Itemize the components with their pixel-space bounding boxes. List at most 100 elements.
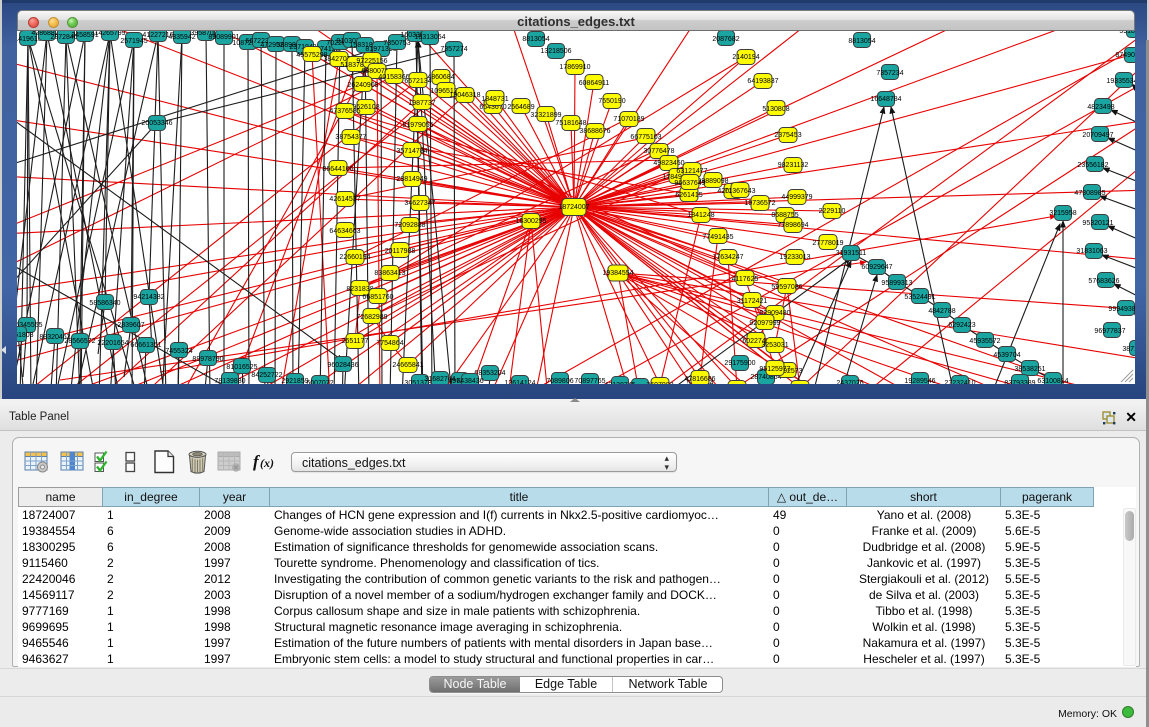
svg-text:84252722: 84252722: [251, 372, 282, 379]
svg-text:47376585: 47376585: [329, 108, 360, 115]
svg-text:96977837: 96977837: [1094, 328, 1125, 335]
svg-text:38688676: 38688676: [579, 128, 610, 135]
svg-text:6292423: 6292423: [948, 322, 975, 329]
svg-text:18313054: 18313054: [414, 34, 445, 41]
svg-text:6438436: 6438436: [456, 378, 483, 384]
svg-text:88461803: 88461803: [17, 332, 34, 339]
svg-text:2087682: 2087682: [712, 36, 739, 43]
svg-text:3215958: 3215958: [1049, 210, 1076, 217]
svg-text:71367643: 71367643: [724, 188, 755, 195]
svg-text:64193837: 64193837: [747, 78, 778, 85]
svg-text:4823498: 4823498: [1087, 104, 1114, 111]
svg-text:63121477: 63121477: [676, 168, 707, 175]
svg-text:6007072: 6007072: [306, 380, 333, 384]
svg-text:22660194: 22660194: [339, 254, 370, 261]
svg-text:96028436: 96028436: [327, 362, 358, 369]
svg-text:8813054: 8813054: [522, 36, 549, 43]
svg-text:17634247: 17634247: [712, 254, 743, 261]
svg-text:59597086: 59597086: [771, 284, 802, 291]
svg-text:12614124: 12614124: [504, 380, 535, 384]
svg-text:31172421: 31172421: [737, 298, 768, 305]
svg-text:70897765: 70897765: [574, 378, 605, 384]
svg-text:26240908: 26240908: [347, 82, 378, 89]
svg-text:83863413: 83863413: [374, 270, 405, 277]
svg-text:17869910: 17869910: [559, 64, 590, 71]
svg-text:83793389: 83793389: [1004, 380, 1035, 384]
svg-text:13218506: 13218506: [540, 48, 571, 55]
svg-text:95320121: 95320121: [1082, 220, 1113, 227]
svg-text:27232410: 27232410: [944, 380, 975, 384]
svg-text:19289546: 19289546: [904, 378, 935, 384]
svg-text:72092888: 72092888: [394, 222, 425, 229]
svg-text:42614537: 42614537: [329, 196, 360, 203]
svg-text:63100814: 63100814: [1037, 378, 1068, 384]
svg-text:77491435: 77491435: [702, 234, 733, 241]
svg-text:86644106: 86644106: [322, 166, 353, 173]
svg-text:19335534: 19335534: [1106, 78, 1135, 85]
svg-text:66775103: 66775103: [630, 134, 661, 141]
svg-text:31682744: 31682744: [424, 376, 455, 383]
svg-text:4860684: 4860684: [427, 74, 454, 81]
svg-text:71070189: 71070189: [613, 116, 644, 123]
svg-text:20709497: 20709497: [1082, 132, 1113, 139]
svg-text:3253031: 3253031: [761, 342, 788, 349]
svg-text:7357234: 7357234: [876, 70, 903, 77]
svg-text:31931511: 31931511: [836, 250, 867, 257]
svg-text:2229110: 2229110: [819, 208, 846, 215]
svg-text:47308985: 47308985: [1074, 190, 1105, 197]
svg-text:94214382: 94214382: [133, 294, 164, 301]
svg-text:53524491: 53524491: [904, 294, 935, 301]
svg-text:35714784: 35714784: [396, 148, 427, 155]
svg-text:1841248: 1841248: [687, 212, 714, 219]
svg-text:19384554: 19384554: [602, 270, 633, 277]
svg-text:66851760: 66851760: [362, 294, 393, 301]
svg-text:2375453: 2375453: [774, 132, 801, 139]
svg-text:47816686: 47816686: [684, 376, 715, 383]
svg-text:78139880: 78139880: [214, 378, 245, 384]
svg-text:23556182: 23556182: [1077, 162, 1108, 169]
svg-text:66661351: 66661351: [130, 342, 161, 349]
svg-text:5130808: 5130808: [762, 106, 789, 113]
svg-text:49823450: 49823450: [653, 160, 684, 167]
svg-text:3871230: 3871230: [1122, 346, 1135, 353]
svg-text:19046318: 19046318: [449, 92, 480, 99]
svg-text:2571945: 2571945: [120, 38, 147, 45]
svg-text:7550190: 7550190: [598, 98, 625, 105]
svg-text:4117625: 4117625: [732, 276, 759, 283]
svg-text:19736572: 19736572: [744, 200, 775, 207]
svg-text:64634663: 64634663: [329, 228, 360, 235]
svg-text:38754377: 38754377: [335, 134, 366, 141]
svg-text:2140194: 2140194: [732, 54, 759, 61]
svg-text:1419610: 1419610: [17, 36, 42, 43]
svg-text:77898694: 77898694: [777, 222, 808, 229]
svg-text:14265799: 14265799: [94, 31, 125, 37]
svg-text:20053346: 20053346: [141, 120, 172, 127]
svg-text:1987737: 1987737: [408, 100, 435, 107]
svg-text:99949389: 99949389: [1108, 306, 1135, 313]
svg-text:28566572: 28566572: [64, 338, 95, 345]
svg-text:5918715: 5918715: [1119, 31, 1135, 35]
svg-text:2564689: 2564689: [507, 104, 534, 111]
svg-text:89978790: 89978790: [192, 356, 223, 363]
svg-text:60929647: 60929647: [861, 264, 892, 271]
svg-text:44999379: 44999379: [781, 194, 812, 201]
svg-text:2437026: 2437026: [836, 380, 863, 384]
svg-text:72682989: 72682989: [356, 314, 387, 321]
svg-text:92097999: 92097999: [749, 320, 780, 327]
svg-text:2921859: 2921859: [281, 378, 308, 384]
svg-text:7350753: 7350753: [383, 40, 410, 47]
svg-text:18300295: 18300295: [515, 218, 546, 225]
svg-text:18724007: 18724007: [558, 204, 589, 211]
svg-text:57683626: 57683626: [1088, 278, 1119, 285]
svg-text:2651177: 2651177: [342, 338, 369, 345]
svg-text:1848731: 1848731: [481, 96, 508, 103]
svg-text:19233013: 19233013: [779, 254, 810, 261]
svg-text:7357274: 7357274: [440, 46, 467, 53]
svg-text:32321899: 32321899: [530, 112, 561, 119]
svg-text:30776478: 30776478: [643, 148, 674, 155]
svg-text:75181648: 75181648: [555, 120, 586, 127]
svg-text:95125977: 95125977: [759, 366, 790, 373]
svg-text:95899313: 95899313: [881, 280, 912, 287]
svg-text:4842788: 4842788: [928, 308, 955, 315]
svg-text:81979055: 81979055: [402, 122, 433, 129]
